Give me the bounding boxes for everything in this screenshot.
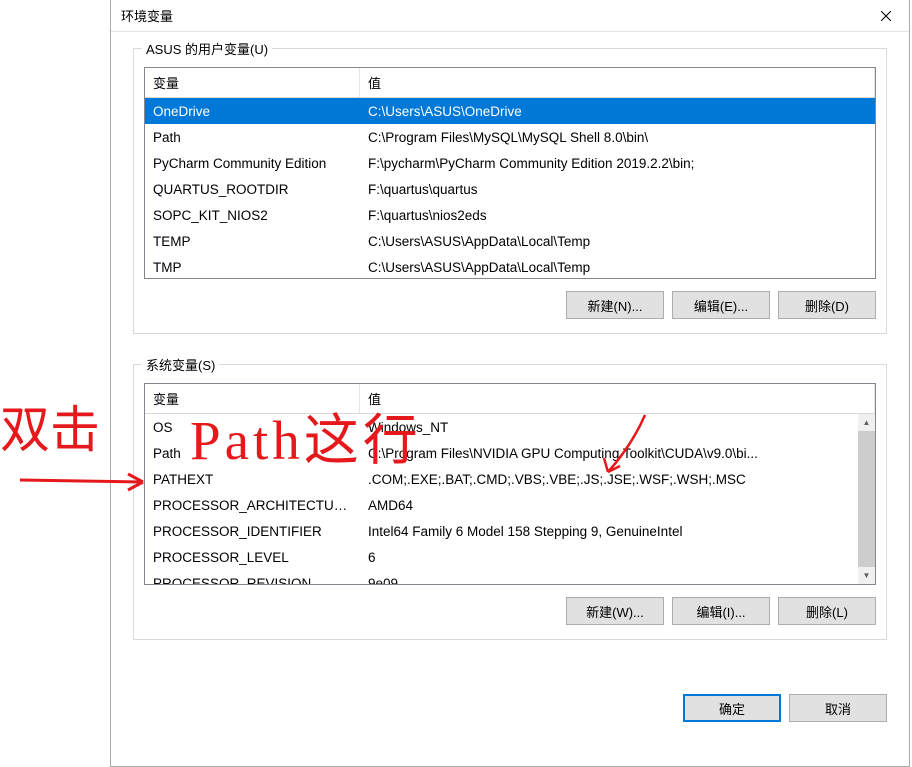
table-row[interactable]: TMPC:\Users\ASUS\AppData\Local\Temp — [145, 254, 875, 279]
titlebar: 环境变量 — [111, 0, 909, 32]
cancel-button[interactable]: 取消 — [789, 694, 887, 722]
cell-variable: TEMP — [145, 231, 360, 252]
user-vars-table[interactable]: 变量 值 OneDriveC:\Users\ASUS\OneDrivePathC… — [144, 67, 876, 279]
close-icon — [881, 11, 891, 21]
titlebar-title: 环境变量 — [121, 6, 173, 25]
table-row[interactable]: PathC:\Program Files\MySQL\MySQL Shell 8… — [145, 124, 875, 150]
cell-value: AMD64 — [360, 495, 875, 516]
system-vars-group: 系统变量(S) 变量 值 OSWindows_NTPathC:\Program … — [133, 364, 887, 640]
env-vars-dialog: 环境变量 ASUS 的用户变量(U) 变量 值 OneDriveC:\Users… — [110, 0, 910, 767]
cell-value: Windows_NT — [360, 417, 875, 438]
cell-variable: PROCESSOR_IDENTIFIER — [145, 521, 360, 542]
cell-value: 6 — [360, 547, 875, 568]
dialog-body: ASUS 的用户变量(U) 变量 值 OneDriveC:\Users\ASUS… — [111, 32, 909, 690]
user-edit-button[interactable]: 编辑(E)... — [672, 291, 770, 319]
cell-value: Intel64 Family 6 Model 158 Stepping 9, G… — [360, 521, 875, 542]
table-row[interactable]: PyCharm Community EditionF:\pycharm\PyCh… — [145, 150, 875, 176]
cell-variable: PyCharm Community Edition — [145, 153, 360, 174]
cell-value: F:\quartus\quartus — [360, 179, 875, 200]
cell-variable: OS — [145, 417, 360, 438]
cell-variable: Path — [145, 127, 360, 148]
table-row[interactable]: PROCESSOR_REVISION9e09 — [145, 570, 875, 585]
table-row[interactable]: TEMPC:\Users\ASUS\AppData\Local\Temp — [145, 228, 875, 254]
table-row[interactable]: SOPC_KIT_NIOS2F:\quartus\nios2eds — [145, 202, 875, 228]
cell-value: 9e09 — [360, 573, 875, 586]
col-header-variable[interactable]: 变量 — [145, 68, 360, 97]
table-row[interactable]: PROCESSOR_ARCHITECTUREAMD64 — [145, 492, 875, 518]
scroll-thumb[interactable] — [858, 431, 875, 567]
user-vars-buttons: 新建(N)... 编辑(E)... 删除(D) — [144, 291, 876, 319]
user-vars-group-label: ASUS 的用户变量(U) — [142, 39, 272, 58]
annotation-text-shuangji: 双击 — [0, 390, 100, 462]
ok-button[interactable]: 确定 — [683, 694, 781, 722]
system-delete-button[interactable]: 删除(L) — [778, 597, 876, 625]
user-new-button[interactable]: 新建(N)... — [566, 291, 664, 319]
system-edit-button[interactable]: 编辑(I)... — [672, 597, 770, 625]
table-row[interactable]: OneDriveC:\Users\ASUS\OneDrive — [145, 98, 875, 124]
cell-variable: TMP — [145, 257, 360, 278]
col-header-variable[interactable]: 变量 — [145, 384, 360, 413]
table-row[interactable]: PATHEXT.COM;.EXE;.BAT;.CMD;.VBS;.VBE;.JS… — [145, 466, 875, 492]
cell-variable: OneDrive — [145, 101, 360, 122]
cell-variable: PROCESSOR_LEVEL — [145, 547, 360, 568]
cell-value: C:\Program Files\MySQL\MySQL Shell 8.0\b… — [360, 127, 875, 148]
cell-variable: QUARTUS_ROOTDIR — [145, 179, 360, 200]
cell-value: .COM;.EXE;.BAT;.CMD;.VBS;.VBE;.JS;.JSE;.… — [360, 469, 875, 490]
cell-variable: PROCESSOR_REVISION — [145, 573, 360, 586]
cell-value: F:\pycharm\PyCharm Community Edition 201… — [360, 153, 875, 174]
system-scrollbar[interactable]: ▲ ▼ — [858, 414, 875, 584]
scroll-up-icon[interactable]: ▲ — [858, 414, 875, 431]
table-row[interactable]: PROCESSOR_IDENTIFIERIntel64 Family 6 Mod… — [145, 518, 875, 544]
dialog-footer: 确定 取消 — [111, 690, 909, 740]
system-vars-rows: OSWindows_NTPathC:\Program Files\NVIDIA … — [145, 414, 875, 585]
scroll-down-icon[interactable]: ▼ — [858, 567, 875, 584]
table-row[interactable]: QUARTUS_ROOTDIRF:\quartus\quartus — [145, 176, 875, 202]
system-vars-buttons: 新建(W)... 编辑(I)... 删除(L) — [144, 597, 876, 625]
table-row[interactable]: PathC:\Program Files\NVIDIA GPU Computin… — [145, 440, 875, 466]
system-vars-header: 变量 值 — [145, 384, 875, 414]
cell-value: F:\quartus\nios2eds — [360, 205, 875, 226]
table-row[interactable]: OSWindows_NT — [145, 414, 875, 440]
user-vars-header: 变量 值 — [145, 68, 875, 98]
table-row[interactable]: PROCESSOR_LEVEL6 — [145, 544, 875, 570]
cell-variable: PROCESSOR_ARCHITECTURE — [145, 495, 360, 516]
user-vars-group: ASUS 的用户变量(U) 变量 值 OneDriveC:\Users\ASUS… — [133, 48, 887, 334]
col-header-value[interactable]: 值 — [360, 68, 875, 97]
cell-variable: SOPC_KIT_NIOS2 — [145, 205, 360, 226]
close-button[interactable] — [863, 0, 909, 32]
col-header-value[interactable]: 值 — [360, 384, 875, 413]
cell-value: C:\Users\ASUS\OneDrive — [360, 101, 875, 122]
cell-variable: Path — [145, 443, 360, 464]
user-delete-button[interactable]: 删除(D) — [778, 291, 876, 319]
user-vars-rows: OneDriveC:\Users\ASUS\OneDrivePathC:\Pro… — [145, 98, 875, 279]
cell-value: C:\Users\ASUS\AppData\Local\Temp — [360, 257, 875, 278]
cell-value: C:\Users\ASUS\AppData\Local\Temp — [360, 231, 875, 252]
cell-variable: PATHEXT — [145, 469, 360, 490]
system-new-button[interactable]: 新建(W)... — [566, 597, 664, 625]
system-vars-group-label: 系统变量(S) — [142, 355, 219, 374]
cell-value: C:\Program Files\NVIDIA GPU Computing To… — [360, 443, 875, 464]
system-vars-table[interactable]: 变量 值 OSWindows_NTPathC:\Program Files\NV… — [144, 383, 876, 585]
